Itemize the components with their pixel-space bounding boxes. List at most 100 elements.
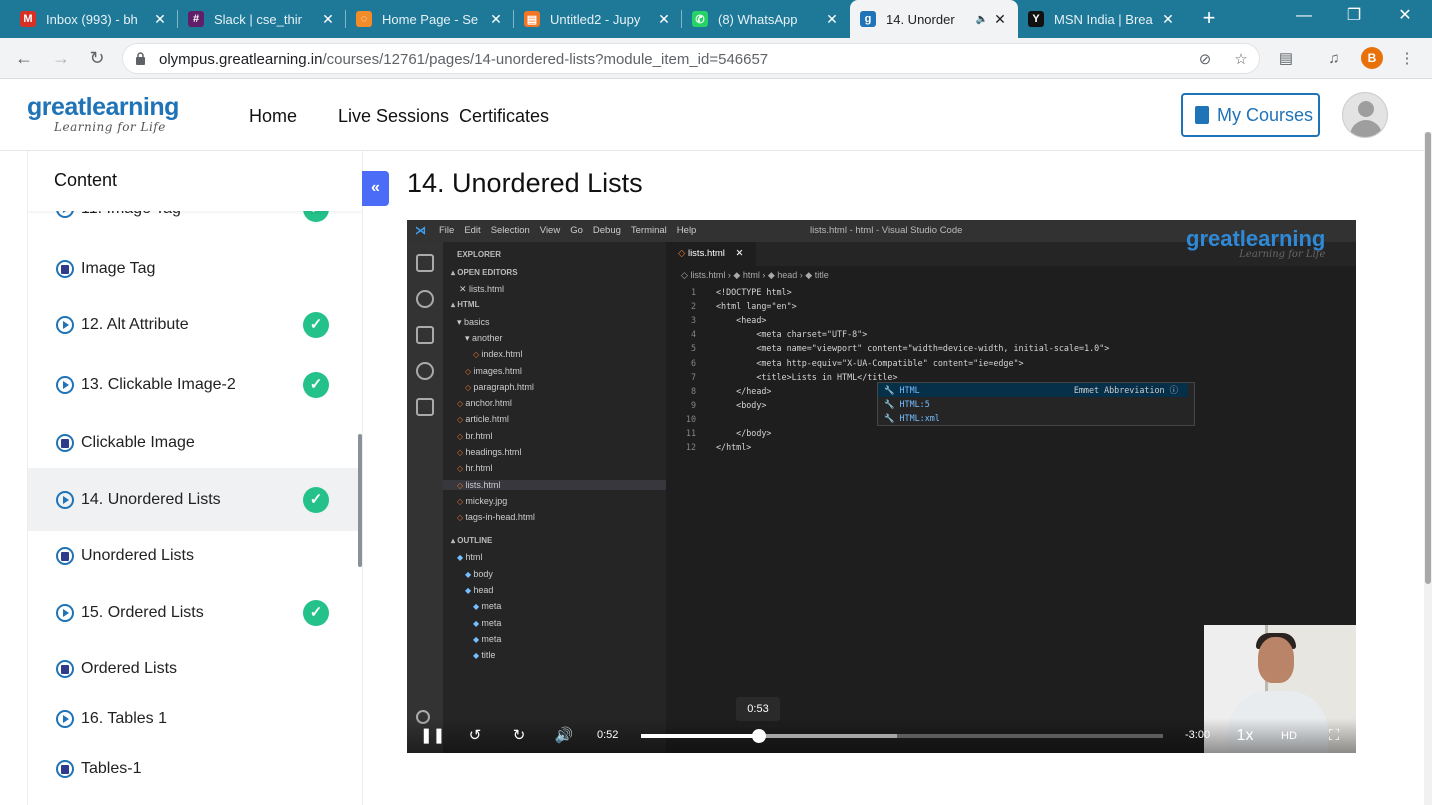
close-tab-icon[interactable]: ✕ — [824, 11, 840, 28]
explorer-row: images.html — [443, 366, 522, 376]
code-line: </body> — [716, 428, 772, 438]
greatlearning-icon: g — [860, 11, 876, 27]
explorer-row: br.html — [443, 431, 492, 441]
forward-button[interactable]: → — [49, 46, 73, 70]
url-host: olympus.greatlearning.in — [159, 51, 323, 68]
sidebar-item-label: Unordered Lists — [81, 547, 194, 564]
suggestion-label: HTML:5 — [899, 399, 930, 409]
sidebar-item[interactable]: 13. Clickable Image-2 ✓ — [28, 355, 358, 415]
minimize-button[interactable]: — — [1281, 0, 1327, 32]
forward-icon[interactable]: ↻ — [509, 726, 529, 746]
sidebar-item[interactable]: Ordered Lists — [28, 641, 358, 697]
explorer-row: mickey.jpg — [443, 496, 507, 506]
media-control-icon[interactable]: ♫ — [1323, 48, 1345, 70]
page-scroll-thumb[interactable] — [1425, 132, 1431, 584]
browser-toolbar: ← → ↻ olympus.greatlearning.in/courses/1… — [0, 38, 1432, 79]
explorer-row: ▴ HTML — [451, 300, 480, 309]
browser-tab[interactable]: Y MSN India | Brea ✕ — [1018, 0, 1186, 38]
sidebar-scrollbar[interactable] — [358, 434, 362, 567]
sidebar-item[interactable]: Clickable Image — [28, 415, 358, 471]
document-icon — [56, 660, 74, 678]
browser-tab[interactable]: # Slack | cse_thir ✕ — [178, 0, 346, 38]
seek-handle[interactable] — [752, 729, 767, 743]
eye-slash-icon[interactable]: ⊘ — [1195, 50, 1215, 70]
explorer-row: headings.html — [443, 447, 521, 457]
lock-icon[interactable] — [135, 52, 146, 65]
restore-button[interactable]: ❐ — [1331, 0, 1377, 32]
completed-check-icon: ✓ — [303, 486, 329, 513]
msn-icon: Y — [1028, 11, 1044, 27]
close-tab-icon[interactable]: ✕ — [320, 11, 336, 28]
star-icon[interactable]: ☆ — [1231, 50, 1251, 70]
user-avatar[interactable] — [1342, 92, 1388, 138]
sidebar-item[interactable]: Unordered Lists — [28, 528, 358, 584]
greatlearning-logo[interactable]: greatlearning Learning for Life — [27, 94, 179, 134]
browser-tab[interactable]: ◌ Home Page - Se ✕ — [346, 0, 514, 38]
close-tab-icon[interactable]: ✕ — [656, 11, 672, 28]
line-number: 8 — [690, 385, 696, 396]
sidebar-item[interactable]: Tables-1 — [28, 744, 358, 794]
seek-bar[interactable] — [641, 729, 1163, 743]
sidebar-item[interactable]: 14. Unordered Lists ✓ — [28, 468, 358, 531]
rewind-icon[interactable]: ↺ — [465, 726, 485, 746]
tab-title: 14. Unorder — [886, 11, 955, 27]
explorer-row: meta — [443, 601, 501, 611]
play-circle-icon — [56, 490, 74, 509]
tab-title: Home Page - Se — [382, 11, 479, 27]
browser-tab[interactable]: ✆ (8) WhatsApp ✕ — [682, 0, 850, 38]
sidebar-item-label: Image Tag — [81, 260, 156, 277]
collapse-sidebar-button[interactable]: « — [362, 171, 389, 206]
logo-wordmark: greatlearning — [27, 93, 179, 121]
close-tab-icon[interactable]: ✕ — [488, 11, 504, 28]
search-icon — [416, 290, 434, 308]
video-controls: ❚❚ ↺ ↻ 🔊 0:52 -3:00 1x HD ⛶ — [407, 718, 1356, 753]
explorer-row: EXPLORER — [457, 250, 502, 259]
nav-live-sessions[interactable]: Live Sessions — [338, 106, 449, 127]
nav-certificates[interactable]: Certificates — [459, 106, 549, 127]
video-player[interactable]: ⋊ File Edit Selection View Go Debug Terminal He… — [407, 220, 1356, 753]
vscode-explorer: EXPLORER ▴ OPEN EDITORS ✕ lists.html ▴ HTML… — [443, 242, 666, 753]
url-text: olympus.greatlearning.in/courses/12761/p… — [159, 51, 768, 68]
tab-title: Inbox (993) - bh — [46, 11, 138, 27]
profile-avatar[interactable]: B — [1361, 47, 1383, 69]
explorer-row: article.html — [443, 414, 509, 424]
pause-icon[interactable]: ❚❚ — [420, 726, 445, 746]
fullscreen-icon[interactable]: ⛶ — [1324, 726, 1344, 746]
hd-icon[interactable]: HD — [1279, 726, 1299, 746]
address-bar[interactable]: olympus.greatlearning.in/courses/12761/p… — [122, 43, 1260, 74]
sidebar-item[interactable]: 15. Ordered Lists ✓ — [28, 583, 358, 643]
sidebar-item[interactable]: Image Tag — [28, 241, 358, 297]
tab-title: (8) WhatsApp — [718, 11, 798, 27]
explorer-row: another — [443, 333, 503, 344]
explorer-row: html — [443, 552, 482, 562]
browser-tab[interactable]: ▤ Untitled2 - Jupy ✕ — [514, 0, 682, 38]
sidebar-item[interactable]: 12. Alt Attribute ✓ — [28, 295, 358, 355]
browser-tab[interactable]: g 14. Unorder 🔈 ✕ — [850, 0, 1018, 38]
close-tab-icon[interactable]: ✕ — [992, 11, 1008, 28]
volume-icon[interactable]: 🔊 — [554, 726, 574, 746]
new-tab-button[interactable]: + — [1196, 6, 1222, 32]
reading-list-icon[interactable]: ▤ — [1275, 48, 1297, 70]
line-number: 5 — [690, 343, 696, 354]
vscode-menu-item: Edit — [464, 225, 481, 236]
sidebar-item[interactable]: 16. Tables 1 — [28, 695, 358, 743]
code-line: </head> — [716, 385, 772, 396]
play-circle-icon — [56, 710, 74, 728]
playback-speed[interactable]: 1x — [1232, 726, 1258, 746]
close-tab-icon[interactable]: ✕ — [1160, 11, 1176, 28]
explorer-row: index.html — [443, 349, 522, 359]
my-courses-button[interactable]: My Courses — [1181, 93, 1320, 137]
speaker-icon[interactable]: 🔈 — [976, 14, 988, 25]
browser-tab[interactable]: M Inbox (993) - bh ✕ — [10, 0, 178, 38]
close-tab-icon[interactable]: ✕ — [152, 11, 168, 28]
code-line: <meta name="viewport" content="width=dev… — [716, 343, 1110, 354]
kebab-menu-icon[interactable]: ⋮ — [1396, 48, 1418, 70]
nav-home[interactable]: Home — [249, 106, 297, 127]
sidebar-item-label: 12. Alt Attribute — [81, 316, 189, 333]
sidebar-item-label: 13. Clickable Image-2 — [81, 376, 236, 393]
close-window-button[interactable]: ✕ — [1382, 0, 1428, 32]
reload-button[interactable]: ↻ — [85, 46, 109, 70]
page-scrollbar[interactable] — [1424, 132, 1432, 805]
explorer-row: title — [443, 650, 495, 660]
back-button[interactable]: ← — [12, 46, 36, 70]
